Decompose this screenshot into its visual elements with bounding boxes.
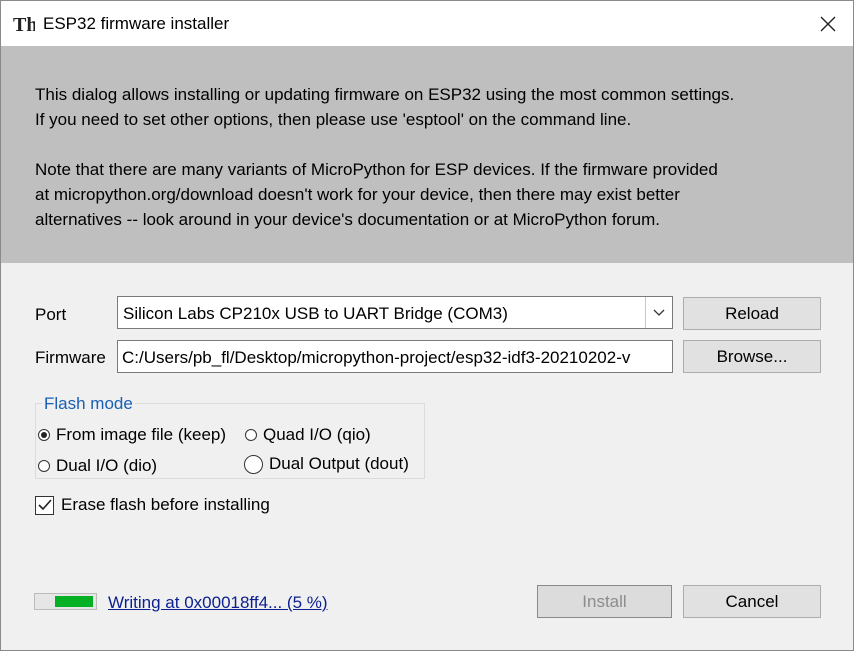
radio-unselected-icon — [38, 460, 50, 472]
progress-bar — [34, 593, 97, 610]
browse-button[interactable]: Browse... — [683, 340, 821, 373]
title-bar: Th ESP32 firmware installer — [1, 1, 853, 46]
window-title: ESP32 firmware installer — [43, 14, 230, 33]
firmware-path-value: C:/Users/pb_fl/Desktop/micropython-proje… — [122, 348, 631, 367]
radio-dio[interactable]: Dual I/O (dio) — [38, 456, 157, 476]
info-text-line: alternatives -- look around in your devi… — [35, 210, 660, 229]
radio-qio[interactable]: Quad I/O (qio) — [245, 425, 371, 445]
info-text-line: If you need to set other options, then p… — [35, 110, 632, 129]
info-panel: This dialog allows installing or updatin… — [1, 46, 853, 263]
port-select[interactable]: Silicon Labs CP210x USB to UART Bridge (… — [117, 296, 673, 329]
svg-text:Th: Th — [13, 14, 35, 35]
checkbox-checked-icon — [35, 495, 54, 515]
radio-selected-icon — [38, 429, 50, 441]
flash-mode-title: Flash mode — [42, 394, 135, 414]
status-link[interactable]: Writing at 0x00018ff4... (5 %) — [108, 593, 328, 613]
erase-flash-checkbox[interactable]: Erase flash before installing — [35, 495, 270, 515]
port-label: Port — [35, 305, 67, 324]
radio-label: Dual Output (dout) — [269, 454, 409, 473]
close-button[interactable] — [803, 1, 853, 46]
info-text-line: Note that there are many variants of Mic… — [35, 160, 718, 179]
reload-button[interactable]: Reload — [683, 297, 821, 330]
radio-unselected-icon — [245, 429, 257, 441]
dropdown-button[interactable] — [645, 297, 672, 328]
radio-unselected-icon — [244, 454, 263, 474]
radio-label: From image file (keep) — [56, 425, 227, 444]
radio-dout[interactable]: Dual Output (dout) — [244, 454, 409, 474]
checkmark-icon — [37, 499, 52, 511]
firmware-path-field[interactable]: C:/Users/pb_fl/Desktop/micropython-proje… — [117, 340, 673, 373]
chevron-down-icon — [653, 309, 665, 316]
thonny-app-icon: Th — [13, 14, 35, 35]
checkbox-label: Erase flash before installing — [61, 495, 270, 514]
info-text-line: at micropython.org/download doesn't work… — [35, 185, 680, 204]
firmware-label: Firmware — [35, 348, 106, 367]
progress-fill — [55, 596, 93, 607]
close-icon — [820, 16, 836, 31]
cancel-button[interactable]: Cancel — [683, 585, 821, 618]
radio-keep[interactable]: From image file (keep) — [38, 425, 226, 445]
radio-label: Quad I/O (qio) — [263, 425, 371, 444]
radio-label: Dual I/O (dio) — [56, 456, 158, 475]
info-text-line: This dialog allows installing or updatin… — [35, 85, 735, 104]
install-button[interactable]: Install — [537, 585, 672, 618]
port-select-value: Silicon Labs CP210x USB to UART Bridge (… — [123, 304, 508, 323]
dialog-window: Th ESP32 firmware installer This dialog … — [0, 0, 854, 651]
